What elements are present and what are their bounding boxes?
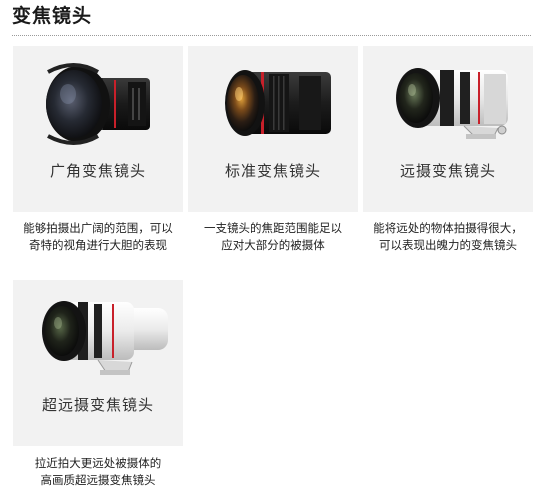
description-line: 可以表现出魄力的变焦镜头 bbox=[379, 238, 517, 252]
lens-description-standard-zoom: 一支镜头的焦距范围能足以 应对大部分的被摄体 bbox=[187, 220, 359, 254]
description-line: 能将远处的物体拍摄得很大， bbox=[373, 221, 523, 235]
lens-card-name: 远摄变焦镜头 bbox=[399, 162, 496, 180]
lens-description-super-telephoto-zoom: 拉近拍大更远处被摄体的 高画质超远摄变焦镜头 bbox=[12, 455, 184, 489]
lens-card-name: 广角变焦镜头 bbox=[49, 162, 146, 180]
lens-description-telephoto-zoom: 能将远处的物体拍摄得很大， 可以表现出魄力的变焦镜头 bbox=[362, 220, 534, 254]
section-title: 变焦镜头 bbox=[12, 5, 93, 27]
lens-card-name: 超远摄变焦镜头 bbox=[41, 396, 154, 414]
lens-card-telephoto-zoom[interactable]: 远摄变焦镜头 bbox=[363, 46, 533, 212]
lens-card-name: 标准变焦镜头 bbox=[224, 162, 321, 180]
telephoto-zoom-lens-image bbox=[396, 68, 508, 139]
description-line: 应对大部分的被摄体 bbox=[221, 238, 325, 252]
lens-description-wide-angle: 能够拍摄出广阔的范围，可以 奇特的视角进行大胆的表现 bbox=[12, 220, 184, 254]
lens-card-standard-zoom[interactable]: 标准变焦镜头 bbox=[188, 46, 358, 212]
super-telephoto-zoom-lens-image bbox=[42, 301, 168, 375]
description-line: 一支镜头的焦距范围能足以 bbox=[204, 221, 342, 235]
lens-card-wide-angle[interactable]: 广角变焦镜头 bbox=[13, 46, 183, 212]
description-line: 奇特的视角进行大胆的表现 bbox=[29, 238, 167, 252]
wide-angle-lens-image bbox=[46, 63, 150, 145]
lens-card-super-telephoto-zoom[interactable]: 超远摄变焦镜头 bbox=[13, 280, 183, 446]
description-line: 能够拍摄出广阔的范围，可以 bbox=[23, 221, 173, 235]
title-divider bbox=[12, 35, 531, 36]
standard-zoom-lens-image bbox=[225, 70, 331, 136]
description-line: 拉近拍大更远处被摄体的 bbox=[34, 456, 162, 470]
description-line: 高画质超远摄变焦镜头 bbox=[40, 473, 156, 487]
